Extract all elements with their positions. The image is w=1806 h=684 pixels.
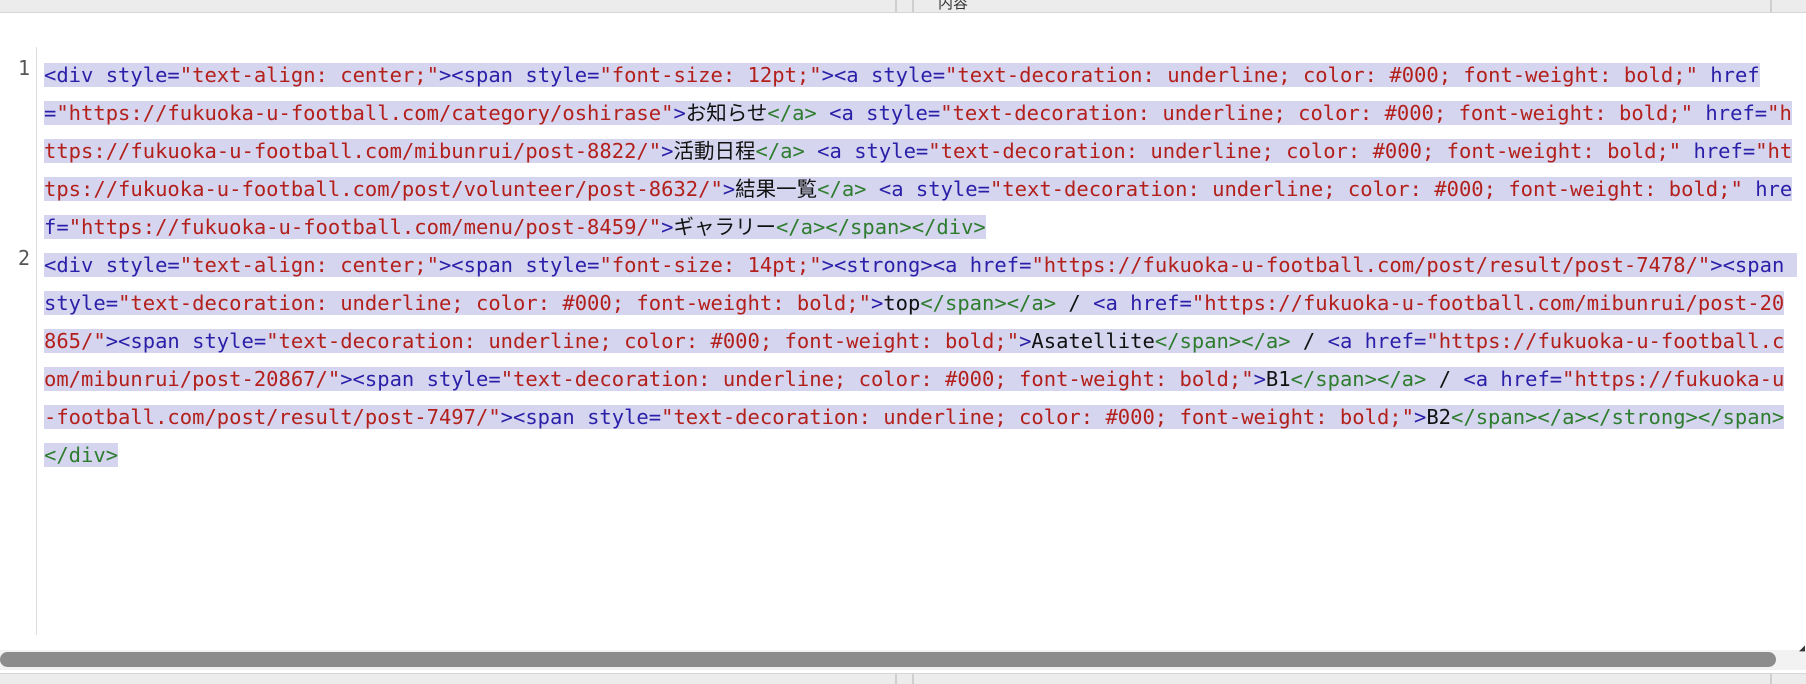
code-token: /: [1426, 367, 1464, 391]
code-token: ><span: [438, 63, 526, 87]
horizontal-scrollbar-thumb[interactable]: [0, 652, 1776, 667]
code-token: style=: [587, 405, 662, 429]
code-token: ><span: [500, 405, 588, 429]
code-token: </span></a>: [920, 291, 1057, 315]
code-token: "text-decoration: underline; color: #000…: [500, 367, 1254, 391]
code-token: "text-decoration: underline; color: #000…: [945, 63, 1711, 87]
line-number: 1: [17, 56, 30, 80]
code-token: >: [1019, 329, 1032, 353]
code-token: "https://fukuoka-u-football.com/category…: [56, 101, 674, 125]
code-token: href=: [1693, 139, 1756, 163]
resize-grip-icon[interactable]: ◢: [1799, 643, 1805, 654]
code-token: style=: [525, 63, 600, 87]
code-token: B2: [1426, 405, 1452, 429]
code-token: style=: [426, 367, 501, 391]
column-divider: [1770, 0, 1772, 12]
code-token: href=: [1500, 367, 1563, 391]
code-token: style=: [854, 139, 929, 163]
code-token: <div: [44, 63, 106, 87]
code-token: "text-decoration: underline; color: #000…: [989, 177, 1756, 201]
code-token: href=: [969, 253, 1032, 277]
code-token: style=: [44, 291, 119, 315]
code-token: ><span: [1710, 253, 1797, 277]
code-token: B1: [1265, 367, 1291, 391]
top-toolbar: 内容: [0, 0, 1806, 13]
code-token: </a>: [755, 139, 818, 163]
code-token: top: [883, 291, 921, 315]
code-token: /: [1290, 329, 1328, 353]
code-token: "https://fukuoka-u-football.com/post/res…: [1031, 253, 1711, 277]
code-token: href=: [1364, 329, 1427, 353]
code-editor[interactable]: 1 2 <div style="text-align: center;"><sp…: [0, 47, 1806, 635]
code-token: </span></a>: [1290, 367, 1427, 391]
code-line[interactable]: <div style="text-align: center;"><span s…: [44, 56, 1794, 246]
code-token: >: [722, 177, 736, 201]
code-token: ><strong><a: [821, 253, 970, 277]
code-token: "text-align: center;": [179, 63, 439, 87]
code-token: </a></span></div>: [775, 215, 986, 239]
code-token: </a>: [767, 101, 830, 125]
code-token: 活動日程: [673, 139, 756, 163]
code-token: style=: [192, 329, 267, 353]
code-token: style=: [105, 253, 180, 277]
code-token: Asatellite: [1031, 329, 1155, 353]
code-token: <a: [1327, 329, 1365, 353]
code-token: "text-decoration: underline; color: #000…: [118, 291, 871, 315]
code-token: ><a: [821, 63, 871, 87]
code-token: >: [870, 291, 884, 315]
code-token: style=: [105, 63, 180, 87]
code-token: "font-size: 12pt;": [599, 63, 822, 87]
code-token: <a: [829, 101, 867, 125]
code-token: </a>: [817, 177, 879, 201]
bottom-bar: [0, 673, 1806, 684]
code-token: "text-decoration: underline; color: #000…: [266, 329, 1020, 353]
code-token: <a: [817, 139, 855, 163]
code-token: ><span: [105, 329, 193, 353]
code-area[interactable]: <div style="text-align: center;"><span s…: [44, 56, 1797, 474]
code-token: "text-align: center;": [179, 253, 439, 277]
code-token: /: [1056, 291, 1094, 315]
selected-code-text[interactable]: <div style="text-align: center;"><span s…: [44, 253, 1797, 467]
code-token: 結果一覧: [735, 177, 818, 201]
code-token: "text-decoration: underline; color: #000…: [940, 101, 1706, 125]
code-token: <a: [878, 177, 916, 201]
code-token: "https://fukuoka-u-football.com/menu/pos…: [68, 215, 662, 239]
code-token: >: [673, 101, 686, 125]
column-divider: [912, 0, 914, 12]
code-token: "font-size: 14pt;": [599, 253, 822, 277]
code-token: ><span: [438, 253, 526, 277]
code-token: <a: [1463, 367, 1501, 391]
selected-code-text[interactable]: <div style="text-align: center;"><span s…: [44, 63, 1793, 239]
code-line[interactable]: <div style="text-align: center;"><span s…: [44, 246, 1797, 474]
code-token: style=: [870, 63, 946, 87]
column-header-label: 内容: [938, 0, 969, 12]
code-token: </span></a>: [1154, 329, 1291, 353]
line-number-gutter: 1 2: [0, 47, 37, 635]
code-token: ><span: [340, 367, 427, 391]
code-token: href=: [1705, 101, 1768, 125]
code-token: <a: [1093, 291, 1131, 315]
code-token: >: [661, 215, 674, 239]
code-token: style=: [866, 101, 941, 125]
code-token: <div: [44, 253, 106, 277]
code-token: href=: [1130, 291, 1192, 315]
code-token: ギャラリー: [673, 215, 776, 239]
line-number: 2: [17, 246, 30, 270]
code-token: style=: [915, 177, 990, 201]
code-token: "text-decoration: underline; color: #000…: [661, 405, 1414, 429]
code-token: >: [1253, 367, 1266, 391]
column-divider: [895, 0, 897, 12]
code-token: >: [1414, 405, 1427, 429]
code-token: "text-decoration: underline; color: #000…: [928, 139, 1694, 163]
code-token: お知らせ: [685, 101, 768, 125]
code-token: >: [661, 139, 674, 163]
code-token: style=: [525, 253, 600, 277]
